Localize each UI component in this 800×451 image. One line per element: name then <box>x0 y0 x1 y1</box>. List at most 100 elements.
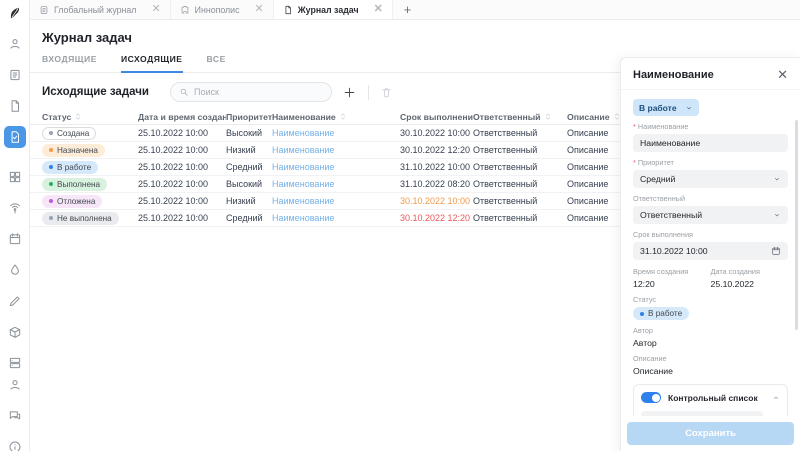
responsible-select[interactable]: Ответственный <box>633 206 788 224</box>
sidebar-item-profile[interactable] <box>4 374 26 396</box>
checklist-toggle[interactable] <box>641 392 661 403</box>
status-chip-slot: В работе <box>633 307 788 320</box>
status-dropdown[interactable]: В работе <box>633 99 699 116</box>
sidebar-item-journal[interactable] <box>4 64 26 86</box>
sidebar-item-server[interactable] <box>4 352 26 374</box>
status-dot-icon <box>49 165 53 169</box>
checklist-item-field[interactable] <box>641 411 763 416</box>
due-cell: 31.10.2022 08:20 <box>400 179 473 189</box>
sidebar-item-apps-grid[interactable] <box>4 166 26 188</box>
column-header[interactable]: Дата и время создания <box>138 112 226 122</box>
new-tab-button[interactable]: + <box>393 0 423 19</box>
due-date-field[interactable]: 31.10.2022 10:00 <box>633 242 788 260</box>
apps-grid-icon <box>8 170 22 184</box>
add-task-button[interactable] <box>341 83 359 101</box>
org-icon <box>180 5 190 15</box>
status-dot-icon <box>49 182 53 186</box>
search-input[interactable] <box>194 87 323 97</box>
status-dot-icon <box>49 131 53 135</box>
chevron-down-icon <box>773 211 781 219</box>
name-cell: Наименование <box>272 162 400 172</box>
app-window: Глобальный журнал✕Иннополис✕Журнал задач… <box>0 0 800 451</box>
sidebar-item-calendar[interactable] <box>4 228 26 250</box>
close-icon[interactable]: ✕ <box>777 68 788 81</box>
created-cell: 25.10.2022 10:00 <box>138 179 226 189</box>
column-header[interactable]: Наименование <box>272 112 400 122</box>
sidebar-bottom-group <box>4 374 26 451</box>
checklist-item-input[interactable] <box>648 415 756 416</box>
priority-select[interactable]: Средний <box>633 170 788 188</box>
responsible-cell: Ответственный <box>473 179 567 189</box>
app-logo <box>6 4 24 25</box>
sidebar-item-box[interactable] <box>4 321 26 343</box>
name-input[interactable] <box>640 138 781 148</box>
due-date-value: 31.10.2022 10:00 <box>640 246 708 256</box>
tab-все[interactable]: ВСЕ <box>207 54 226 72</box>
status-dot-icon <box>49 199 53 203</box>
description-value: Описание <box>633 366 788 376</box>
created-cell: 25.10.2022 10:00 <box>138 162 226 172</box>
journal-icon <box>39 5 49 15</box>
window-tab-label: Журнал задач <box>298 5 359 15</box>
due-cell: 30.10.2022 10:00 <box>400 128 473 138</box>
calendar-icon <box>8 232 22 246</box>
sidebar-item-tasks[interactable] <box>4 126 26 148</box>
task-name-link[interactable]: Наименование <box>272 196 334 206</box>
status-dot-icon <box>640 312 644 316</box>
sidebar-item-chat[interactable] <box>4 405 26 427</box>
status-badge-label: Создана <box>57 129 89 138</box>
panel-scrollbar[interactable] <box>795 120 798 330</box>
pen-icon <box>8 294 22 308</box>
box-icon <box>8 325 22 339</box>
status-dot-icon <box>49 148 53 152</box>
status-badge: Не выполнена <box>42 212 119 225</box>
column-header[interactable]: Ответственный <box>473 112 567 122</box>
window-tab[interactable]: Глобальный журнал✕ <box>30 0 171 19</box>
tab-исходящие[interactable]: ИСХОДЯЩИЕ <box>121 54 183 73</box>
sidebar-item-user[interactable] <box>4 33 26 55</box>
status-dot-icon <box>49 216 53 220</box>
status-cell: Назначена <box>42 144 138 157</box>
tab-close-icon[interactable]: ✕ <box>374 4 383 15</box>
search-box[interactable] <box>170 82 332 102</box>
window-tab[interactable]: Журнал задач ✕ <box>274 0 393 19</box>
due-field-label: Срок выполнения <box>633 230 788 239</box>
name-field[interactable] <box>633 134 788 152</box>
priority-field-label: Приоритет <box>633 158 788 167</box>
sidebar-item-info[interactable] <box>4 436 26 451</box>
sidebar-middle-group <box>4 166 26 374</box>
panel-header: Наименование ✕ <box>621 58 800 90</box>
sort-icon <box>339 112 347 121</box>
window-tab[interactable]: Иннополис ✕ <box>171 0 274 19</box>
sort-icon <box>74 112 82 121</box>
list-title: Исходящие задачи <box>42 86 149 98</box>
column-header[interactable]: Срок выполнения <box>400 112 473 122</box>
trash-icon[interactable] <box>769 415 780 417</box>
tab-close-icon[interactable]: ✕ <box>151 4 160 15</box>
tab-входящие[interactable]: ВХОДЯЩИЕ <box>42 54 97 72</box>
save-button[interactable]: Сохранить <box>627 422 794 445</box>
task-name-link[interactable]: Наименование <box>272 213 334 223</box>
task-name-link[interactable]: Наименование <box>272 179 334 189</box>
column-header[interactable]: Приоритет <box>226 112 272 122</box>
sidebar-item-document[interactable] <box>4 95 26 117</box>
status-badge-label: Назначена <box>57 146 98 155</box>
priority-cell: Средний <box>226 213 272 223</box>
sidebar-item-drop[interactable] <box>4 259 26 281</box>
status-cell: Не выполнена <box>42 212 138 225</box>
sort-icon <box>544 112 552 121</box>
window-tab-label: Иннополис <box>195 5 240 15</box>
sidebar-item-broadcast[interactable] <box>4 197 26 219</box>
task-name-link[interactable]: Наименование <box>272 128 334 138</box>
panel-title: Наименование <box>633 69 714 81</box>
tab-close-icon[interactable]: ✕ <box>255 4 264 15</box>
column-header[interactable]: Статус <box>42 112 138 122</box>
due-cell: 31.10.2022 10:00 <box>400 162 473 172</box>
status-badge: Создана <box>42 127 96 140</box>
task-name-link[interactable]: Наименование <box>272 145 334 155</box>
tasks-icon <box>8 130 22 144</box>
chevron-up-icon[interactable] <box>772 394 780 402</box>
task-name-link[interactable]: Наименование <box>272 162 334 172</box>
sidebar-item-pen[interactable] <box>4 290 26 312</box>
delete-task-button[interactable] <box>378 83 396 101</box>
